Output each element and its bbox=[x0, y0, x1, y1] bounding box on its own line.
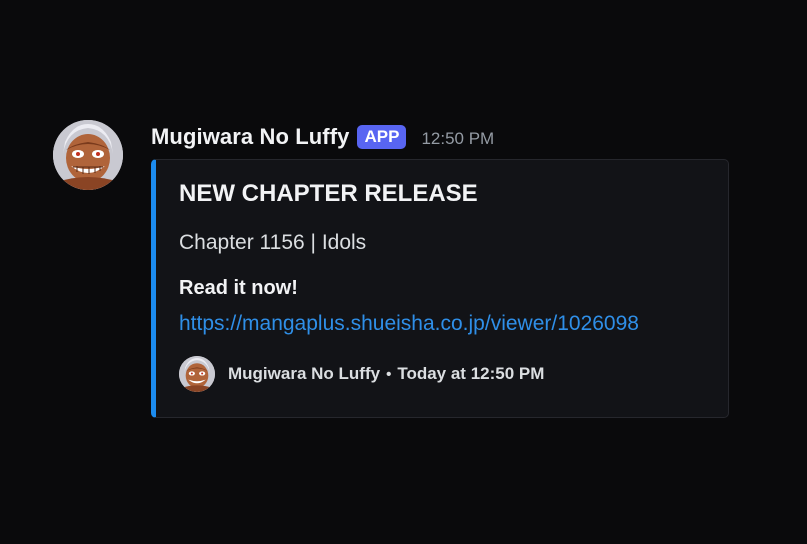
embed-card: NEW CHAPTER RELEASE Chapter 1156 | Idols… bbox=[151, 159, 729, 418]
footer-timestamp: Today at 12:50 PM bbox=[397, 364, 545, 383]
embed-field-name: Read it now! bbox=[179, 277, 298, 299]
author-name[interactable]: Mugiwara No Luffy bbox=[151, 124, 349, 150]
author-avatar[interactable] bbox=[53, 120, 123, 190]
chat-message: Mugiwara No Luffy APP 12:50 PM NEW CHAPT… bbox=[0, 0, 807, 544]
luffy-avatar-icon bbox=[53, 120, 123, 190]
message-header: Mugiwara No Luffy APP 12:50 PM bbox=[151, 122, 494, 152]
message-timestamp[interactable]: 12:50 PM bbox=[421, 125, 494, 149]
luffy-avatar-icon bbox=[179, 356, 215, 392]
chapter-link[interactable]: https://mangaplus.shueisha.co.jp/viewer/… bbox=[179, 312, 639, 336]
footer-author: Mugiwara No Luffy bbox=[228, 364, 381, 383]
app-badge: APP bbox=[357, 125, 407, 149]
embed-footer: Mugiwara No Luffy • Today at 12:50 PM bbox=[179, 356, 544, 392]
embed-description: Chapter 1156 | Idols bbox=[179, 231, 367, 254]
embed-title: NEW CHAPTER RELEASE bbox=[179, 180, 478, 207]
footer-avatar bbox=[179, 356, 215, 392]
footer-separator: • bbox=[386, 365, 392, 383]
